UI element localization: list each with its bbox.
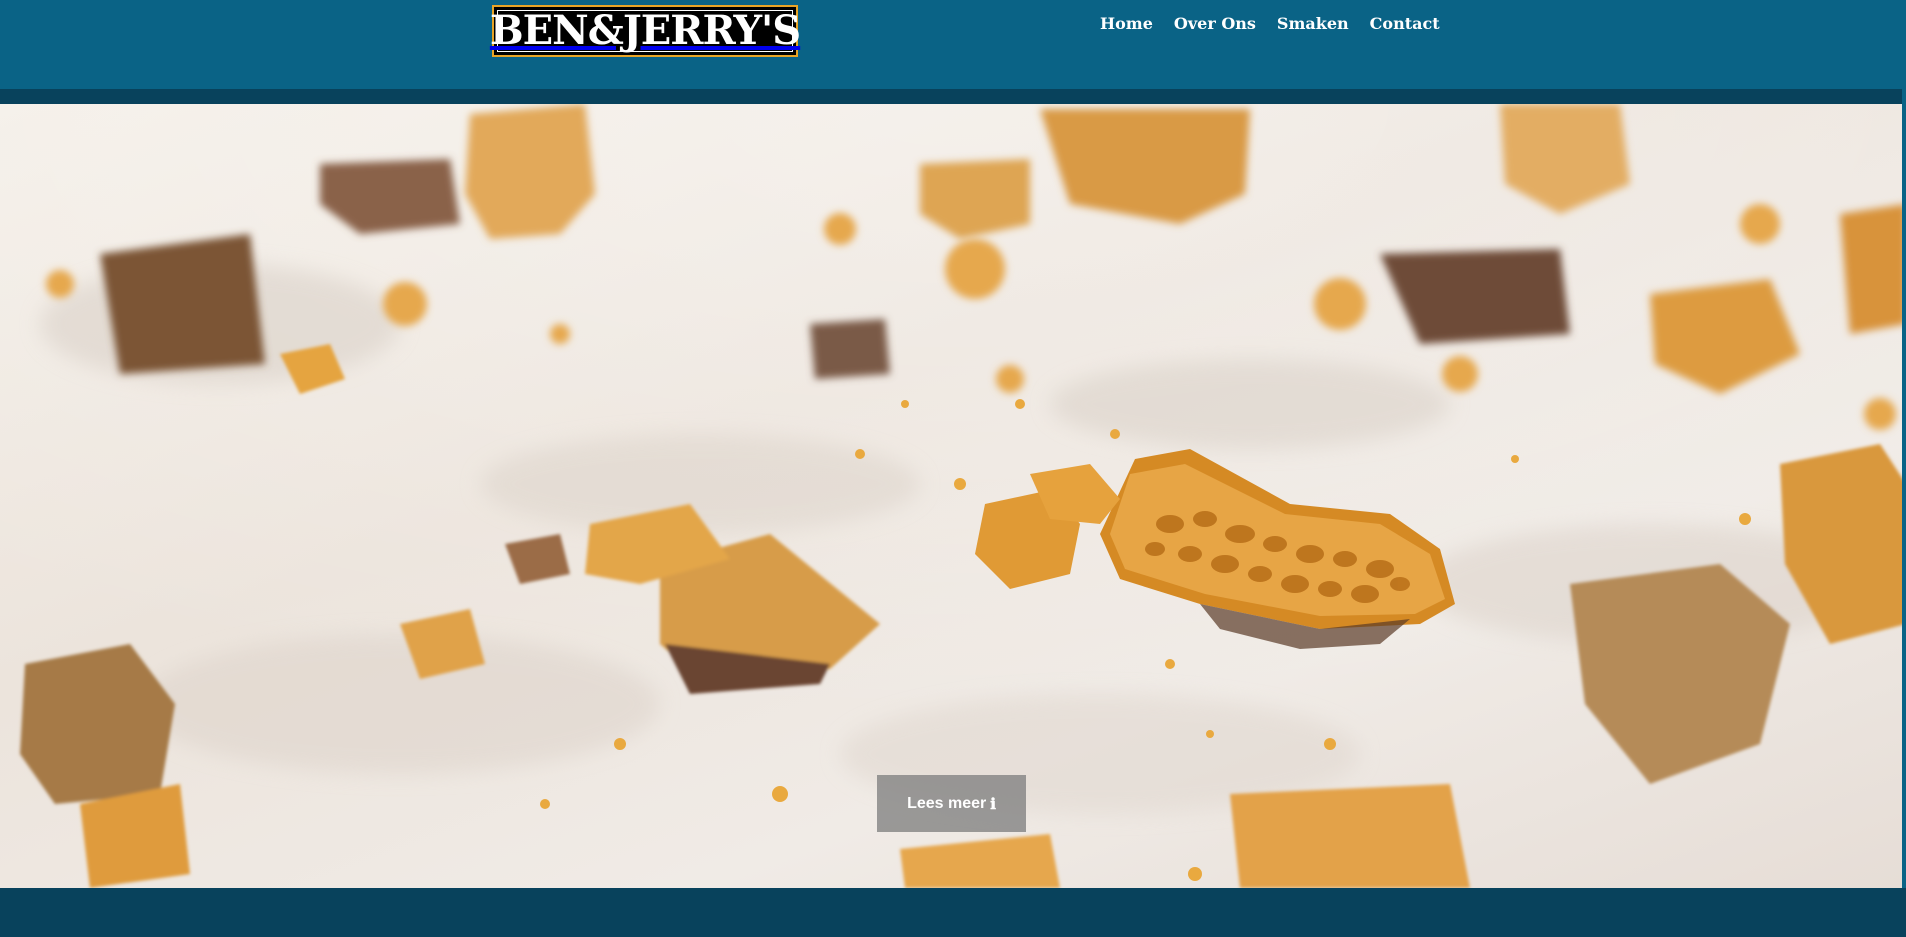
ice-cream-photo xyxy=(0,104,1906,888)
logo-text: BEN&JERRY'S xyxy=(489,7,801,54)
logo-frame: BEN&JERRY'S xyxy=(490,10,801,52)
nav-item-home[interactable]: Home xyxy=(1100,14,1153,33)
main-nav: Home Over Ons Smaken Contact xyxy=(1100,14,1440,33)
info-icon: ℹ xyxy=(990,795,996,813)
hero-image xyxy=(0,104,1906,888)
nav-item-over-ons[interactable]: Over Ons xyxy=(1174,14,1256,33)
brand-logo[interactable]: BEN&JERRY'S xyxy=(490,5,801,57)
site-footer xyxy=(0,888,1906,937)
site-header: BEN&JERRY'S Home Over Ons Smaken Contact xyxy=(0,0,1906,89)
nav-item-contact[interactable]: Contact xyxy=(1370,14,1440,33)
read-more-label: Lees meer xyxy=(907,794,987,812)
header-divider xyxy=(0,89,1906,104)
scrollbar[interactable] xyxy=(1902,0,1906,888)
nav-item-smaken[interactable]: Smaken xyxy=(1277,14,1349,33)
read-more-button[interactable]: Lees meer ℹ xyxy=(877,775,1026,832)
